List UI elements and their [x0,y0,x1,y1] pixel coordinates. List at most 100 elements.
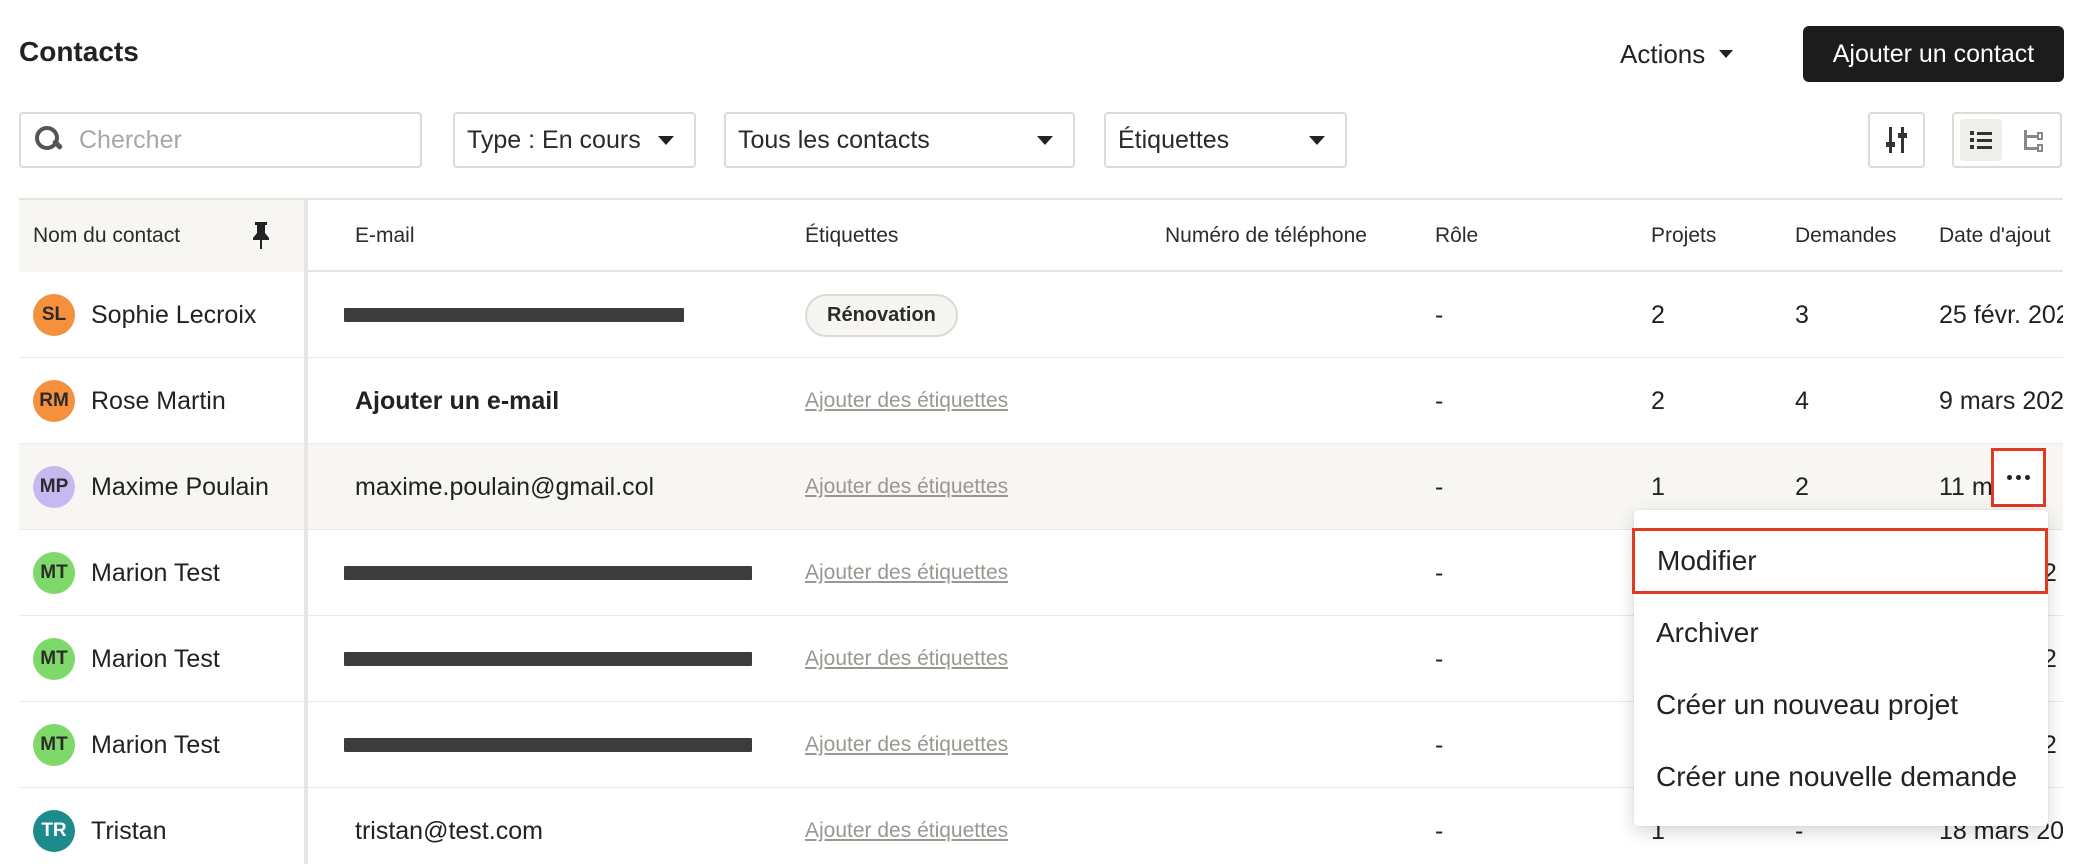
contact-name: Marion Test [91,558,220,587]
menu-item-archiver[interactable]: Archiver [1634,600,2048,666]
list-view-button[interactable] [1960,119,2002,161]
contact-name-cell[interactable]: MT Marion Test [33,702,293,788]
actions-label: Actions [1620,38,1706,69]
contact-name: Marion Test [91,644,220,673]
column-header-email[interactable]: E-mail [355,200,415,272]
tags-filter-select[interactable]: Étiquettes [1104,112,1347,168]
contact-name-cell[interactable]: RM Rose Martin [33,358,293,444]
contact-name: Rose Martin [91,386,226,415]
tree-view-button[interactable] [2012,119,2054,161]
menu-item-modifier[interactable]: Modifier [1632,528,2048,594]
actions-dropdown[interactable]: Actions [1620,32,1734,76]
table-header: Nom du contact E-mail Étiquettes Numéro … [19,198,2063,272]
contact-name: Maxime Poulain [91,472,269,501]
search-box[interactable] [19,112,422,168]
avatar: MT [33,552,75,594]
role-cell: - [1435,558,1444,587]
column-header-tags[interactable]: Étiquettes [805,200,898,272]
frozen-column-divider [304,198,308,864]
contacts-filter-select[interactable]: Tous les contacts [724,112,1075,168]
column-header-name[interactable]: Nom du contact [33,200,180,272]
more-dot [2007,475,2012,480]
tags-cell: Ajouter des étiquettes [805,788,1008,864]
email-cell [344,272,684,358]
tags-cell: Ajouter des étiquettes [805,616,1008,702]
date-added-cell: 25 févr. 2024 [1939,300,2063,329]
add-tags-link[interactable]: Ajouter des étiquettes [805,819,1008,843]
projects-cell: 2 [1651,300,1665,329]
redacted-email [344,566,752,580]
contact-name-cell[interactable]: SL Sophie Lecroix [33,272,293,358]
menu-item-new-project[interactable]: Créer un nouveau projet [1634,672,2048,738]
column-header-requests[interactable]: Demandes [1795,200,1897,272]
list-icon [1970,131,1992,149]
add-tags-link[interactable]: Ajouter des étiquettes [805,389,1008,413]
role-cell: - [1435,816,1444,845]
sliders-icon [1885,127,1908,153]
avatar: SL [33,294,75,336]
tags-filter-label: Étiquettes [1118,125,1230,154]
avatar: TR [33,810,75,852]
add-tags-link[interactable]: Ajouter des étiquettes [805,475,1008,499]
column-header-projects[interactable]: Projets [1651,200,1716,272]
column-header-phone[interactable]: Numéro de téléphone [1165,200,1367,272]
tags-cell: Ajouter des étiquettes [805,702,1008,788]
avatar: MT [33,724,75,766]
search-input[interactable] [77,124,411,156]
contact-name: Sophie Lecroix [91,300,257,329]
role-cell: - [1435,472,1444,501]
contact-name: Tristan [91,816,167,845]
add-tags-link[interactable]: Ajouter des étiquettes [805,733,1008,757]
add-contact-button[interactable]: Ajouter un contact [1803,26,2064,82]
table-row[interactable]: SL Sophie Lecroix Rénovation - 2 3 25 fé… [19,272,2063,358]
tags-cell: Ajouter des étiquettes [805,358,1008,444]
column-header-date-added[interactable]: Date d'ajout [1939,200,2050,272]
contact-name-cell[interactable]: TR Tristan [33,788,293,864]
tree-icon [2022,129,2044,152]
email-cell [344,702,752,788]
column-settings-button[interactable] [1868,112,1925,168]
type-filter-label: Type : En cours [467,125,641,154]
chevron-down-icon [1309,135,1325,145]
redacted-email [344,308,684,322]
menu-item-new-request[interactable]: Créer une nouvelle demande [1634,744,2048,810]
email-cell[interactable]: tristan@test.com [355,788,543,864]
row-more-options-button[interactable] [1991,448,2046,507]
tag-pill[interactable]: Rénovation [805,293,958,337]
chevron-down-icon [1719,50,1734,58]
role-cell: - [1435,730,1444,759]
add-tags-link[interactable]: Ajouter des étiquettes [805,561,1008,585]
redacted-email [344,738,752,752]
view-toggle [1952,112,2062,168]
email-cell [344,530,752,616]
chevron-down-icon [1037,135,1053,145]
projects-cell: 2 [1651,386,1665,415]
contact-name-cell[interactable]: MP Maxime Poulain [33,444,293,530]
type-filter-select[interactable]: Type : En cours [453,112,696,168]
tags-cell: Ajouter des étiquettes [805,530,1008,616]
more-dot [2025,475,2030,480]
column-header-role[interactable]: Rôle [1435,200,1478,272]
add-tags-link[interactable]: Ajouter des étiquettes [805,647,1008,671]
avatar: RM [33,380,75,422]
add-email-link[interactable]: Ajouter un e-mail [355,358,559,444]
date-added-cell: 9 mars 2024 [1939,386,2063,415]
pin-icon[interactable] [249,220,273,250]
avatar: MP [33,466,75,508]
contacts-filter-label: Tous les contacts [738,125,930,154]
page-title: Contacts [19,36,139,67]
email-cell [344,616,752,702]
role-cell: - [1435,300,1444,329]
contact-name: Marion Test [91,730,220,759]
contact-name-cell[interactable]: MT Marion Test [33,616,293,702]
more-dot [2016,475,2021,480]
redacted-email [344,652,752,666]
contact-name-cell[interactable]: MT Marion Test [33,530,293,616]
table-row[interactable]: RM Rose Martin Ajouter un e-mail Ajouter… [19,358,2063,444]
email-cell[interactable]: maxime.poulain@gmail.col [355,444,654,530]
role-cell: - [1435,386,1444,415]
chevron-down-icon [658,135,674,145]
requests-cell: 3 [1795,300,1809,329]
search-icon [35,126,64,154]
requests-cell: 4 [1795,386,1809,415]
